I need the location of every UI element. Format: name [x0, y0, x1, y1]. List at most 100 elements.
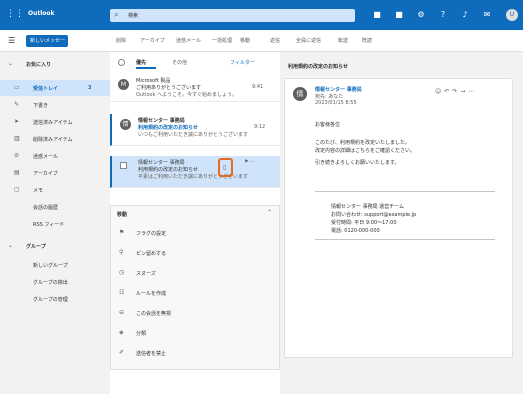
folder-group-favorites[interactable]: ⌄ お気に入り	[0, 56, 110, 72]
folder-label: 下書き	[33, 103, 49, 109]
menu-item-label: この会話を無視	[136, 311, 172, 317]
signature-line: お問い合わせ: support@example.jp	[331, 212, 417, 218]
menu-item-snooze[interactable]: ◷ スヌーズ	[111, 266, 279, 280]
search-input[interactable]: ⌕ 検索	[110, 9, 355, 22]
list-item[interactable]: 情報センター 事務局 利用規約の改定のお知らせ 平素はご利用いただき誠にありがと…	[110, 156, 280, 188]
folder-archive[interactable]: ▤ アーカイブ	[0, 165, 110, 181]
app-name[interactable]: Outlook	[28, 10, 55, 17]
message-card: 情 情報センター 事務局 宛先: あなた 2023/01/15 8:55 ☺↶↷…	[284, 78, 513, 358]
delete-button[interactable]: 削除	[116, 37, 126, 44]
divider	[315, 239, 495, 240]
signature-line: 電話: 0120-000-000	[331, 228, 380, 234]
close-icon[interactable]: ⌃	[267, 209, 272, 216]
search-icon: ⌕	[114, 10, 119, 19]
folder-label: 受信トレイ	[33, 86, 59, 92]
menu-item-label: 送信者を禁止	[136, 351, 167, 357]
reading-sender[interactable]: 情報センター 事務局	[315, 86, 362, 93]
tab-underline	[136, 67, 156, 69]
reply-all-button[interactable]: 全員に返信	[296, 37, 321, 44]
archive-icon: ▤	[14, 169, 20, 176]
list-header: 優先 その他 フィルター	[110, 52, 280, 74]
category-icon: ◈	[119, 329, 124, 336]
reading-recipient: 宛先: あなた	[315, 94, 344, 100]
trash-icon: ▯	[223, 164, 227, 171]
folder-label: メモ	[33, 188, 44, 194]
reply-button[interactable]: 返信	[270, 37, 280, 44]
forward-button[interactable]: 転送	[338, 37, 348, 44]
message-preview: Outlook へようこそ。今すぐ始めましょう。	[136, 92, 237, 98]
avatar: 情	[293, 87, 307, 101]
junk-button[interactable]: 迷惑メール	[176, 37, 201, 44]
reading-subject: 利用規約の改定のお知らせ	[288, 64, 348, 70]
folder-label: 新しいグループ	[33, 263, 68, 269]
sweep-button[interactable]: 一括処理	[212, 37, 232, 44]
folder-sent[interactable]: ➤ 送信済みアイテム	[0, 114, 110, 130]
folder-discover-groups[interactable]: グループの検出	[0, 274, 110, 290]
folder-conversation-history[interactable]: 会話の履歴	[0, 199, 110, 215]
menu-item-ignore[interactable]: ⊖ この会話を無視	[111, 306, 279, 320]
folder-label: グループの検出	[33, 280, 68, 286]
message-subject: ご利用ありがとうございます	[136, 85, 202, 91]
body-line: お客様各位	[315, 122, 341, 128]
unread-count: 3	[88, 85, 92, 91]
menu-item-category[interactable]: ◈ 分類	[111, 326, 279, 340]
tab-focused[interactable]: 優先	[136, 59, 146, 66]
trash-icon: ▥	[14, 135, 20, 142]
help-icon[interactable]: ?	[438, 10, 448, 20]
avatar[interactable]: U	[506, 9, 518, 21]
block-icon: ✐	[119, 349, 125, 356]
menu-item-flag[interactable]: ⚑ フラグの設定	[111, 226, 279, 240]
folder-junk[interactable]: ⊘ 迷惑メール	[0, 148, 110, 164]
message-time: 9:12	[254, 124, 266, 130]
message-preview: いつもご利用いただき誠にありがとうございます	[138, 132, 249, 138]
filter-button[interactable]: フィルター	[230, 59, 255, 66]
mark-read-button[interactable]: 既読	[362, 37, 372, 44]
signature-line: 受付時間: 平日 9:00〜17:00	[331, 220, 397, 226]
folder-label: RSS フィード	[33, 222, 65, 228]
feedback-icon[interactable]: ✉	[482, 10, 492, 20]
folder-label: グループ	[26, 244, 46, 250]
reading-actions[interactable]: ☺↶↷→⋯	[435, 88, 477, 95]
reading-pane: 利用規約の改定のお知らせ 情 情報センター 事務局 宛先: あなた 2023/0…	[280, 52, 523, 394]
folder-group-groups[interactable]: ⌄ グループ	[0, 238, 110, 254]
avatar: M	[118, 79, 129, 90]
message-preview: 平素はご利用いただき誠にありがとうございます	[138, 174, 249, 180]
list-item[interactable]: 情 情報センター 事務局 利用規約の改定のお知らせ いつもご利用いただき誠にあり…	[110, 114, 280, 146]
folder-new-group[interactable]: 新しいグループ	[0, 257, 110, 273]
folder-drafts[interactable]: ✎ 下書き	[0, 97, 110, 113]
rule-icon: ☷	[119, 289, 125, 296]
move-button[interactable]: 移動	[240, 37, 250, 44]
new-mail-button[interactable]: 新しいメッセージ	[26, 35, 68, 56]
hamburger-icon[interactable]: ☰	[8, 36, 15, 45]
meet-icon[interactable]: ■	[372, 10, 382, 20]
app-launcher-icon[interactable]: ⋮⋮	[6, 9, 24, 19]
note-icon: ▢	[14, 186, 20, 193]
list-item[interactable]: M Microsoft 製品 ご利用ありがとうございます Outlook へよう…	[110, 74, 280, 102]
folder-deleted[interactable]: ▥ 削除済みアイテム	[0, 131, 110, 147]
folder-rss[interactable]: RSS フィード	[0, 216, 110, 232]
menu-item-block[interactable]: ✐ 送信者を禁止	[111, 346, 279, 360]
settings-icon[interactable]: ⚙	[416, 10, 426, 20]
folder-manage-groups[interactable]: グループの管理	[0, 291, 110, 307]
delete-button-highlighted[interactable]: ▯	[218, 158, 233, 177]
flag-icon: ⚑	[119, 229, 125, 236]
search-placeholder: 検索	[128, 13, 139, 19]
folder-inbox[interactable]: ▭ 受信トレイ 3	[0, 80, 110, 96]
archive-button[interactable]: アーカイブ	[140, 37, 165, 44]
folder-notes[interactable]: ▢ メモ	[0, 182, 110, 198]
menu-item-rule[interactable]: ☷ ルールを作成	[111, 286, 279, 300]
divider	[315, 191, 495, 192]
menu-item-label: フラグの設定	[136, 231, 167, 237]
tab-other[interactable]: その他	[172, 59, 187, 66]
chat-icon[interactable]: ■	[394, 10, 404, 20]
mute-icon: ⊖	[119, 309, 125, 316]
folder-label: グループの管理	[33, 297, 68, 303]
menu-item-pin[interactable]: ⚲ ピン留めする	[111, 246, 279, 260]
move-menu: 移動 ⌃ ⚑ フラグの設定 ⚲ ピン留めする ◷ スヌーズ ☷ ルールを作成 ⊖…	[110, 205, 280, 370]
junk-icon: ⊘	[14, 152, 20, 159]
bell-icon[interactable]: ♪	[460, 10, 470, 20]
message-quick-actions[interactable]: ⚑ ⋯	[244, 159, 255, 165]
message-checkbox[interactable]	[120, 162, 127, 169]
message-subject: 利用規約の改定のお知らせ	[138, 125, 198, 131]
select-all-checkbox[interactable]	[118, 59, 125, 66]
